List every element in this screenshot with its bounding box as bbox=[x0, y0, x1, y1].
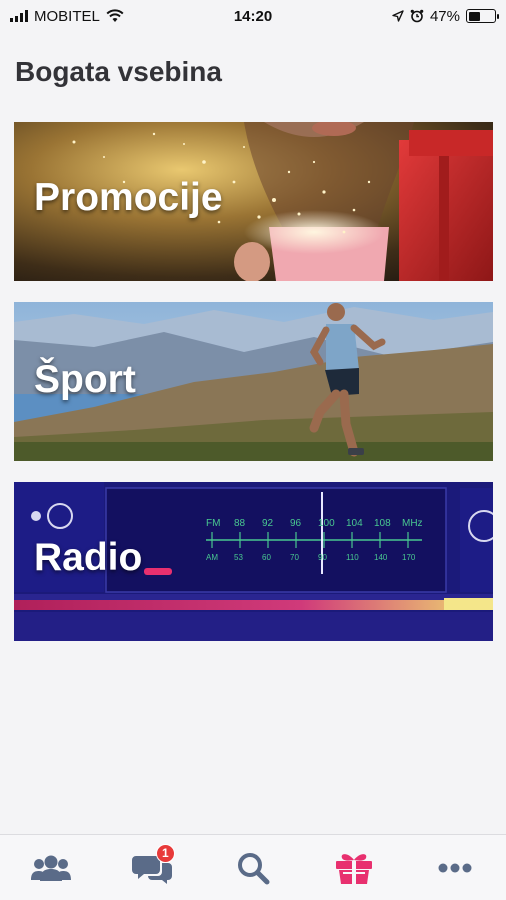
battery-percent: 47% bbox=[429, 7, 460, 25]
status-right: 47% bbox=[392, 7, 499, 25]
alarm-icon bbox=[410, 9, 424, 23]
page-title: Bogata vsebina bbox=[15, 56, 222, 87]
fm-label: 96 bbox=[290, 518, 302, 529]
card-label-sport: Šport bbox=[34, 358, 136, 401]
wifi-icon bbox=[106, 9, 124, 22]
card-promocije[interactable]: Promocije bbox=[14, 122, 493, 281]
tab-search[interactable] bbox=[213, 838, 293, 898]
fm-label: FM bbox=[206, 518, 220, 529]
am-label: 53 bbox=[234, 553, 243, 562]
more-icon bbox=[438, 863, 472, 872]
people-icon bbox=[30, 855, 71, 881]
tab-gift[interactable] bbox=[314, 838, 394, 898]
battery-icon bbox=[466, 9, 499, 23]
chat-badge: 1 bbox=[155, 843, 175, 863]
am-label: 70 bbox=[290, 553, 299, 562]
carrier-name: MOBITEL bbox=[34, 7, 100, 25]
search-icon bbox=[237, 852, 270, 884]
fm-label: 108 bbox=[374, 518, 391, 529]
am-label: 110 bbox=[346, 553, 359, 562]
radio-label-underline bbox=[144, 568, 172, 575]
card-label-promocije: Promocije bbox=[34, 176, 223, 219]
fm-label: 100 bbox=[318, 518, 335, 529]
gift-icon bbox=[336, 853, 373, 884]
card-label-radio: Radio bbox=[34, 536, 143, 579]
am-label: 90 bbox=[318, 553, 327, 562]
battery-fill bbox=[468, 11, 481, 21]
am-label: 170 bbox=[402, 553, 416, 562]
card-radio[interactable]: FM 88 92 96 100 104 108 MHz AM 53 60 70 90 110 140 170 … bbox=[14, 482, 493, 641]
fm-label: 104 bbox=[346, 518, 363, 529]
location-icon bbox=[392, 10, 404, 22]
am-label: 140 bbox=[374, 553, 388, 562]
am-label: AM bbox=[206, 553, 218, 562]
signal-icon bbox=[10, 10, 28, 22]
tab-bar: 1 bbox=[0, 834, 506, 900]
fm-label: 92 bbox=[262, 518, 274, 529]
tab-more[interactable] bbox=[415, 838, 495, 898]
status-left: MOBITEL bbox=[10, 8, 124, 25]
fm-label: MHz bbox=[402, 518, 423, 529]
fm-label: 88 bbox=[234, 518, 246, 529]
card-sport[interactable]: Šport bbox=[14, 302, 493, 461]
tab-chat[interactable]: 1 bbox=[112, 838, 192, 898]
am-label: 60 bbox=[262, 553, 271, 562]
tab-people[interactable] bbox=[11, 838, 91, 898]
status-bar: MOBITEL 14:20 47% bbox=[0, 0, 506, 32]
